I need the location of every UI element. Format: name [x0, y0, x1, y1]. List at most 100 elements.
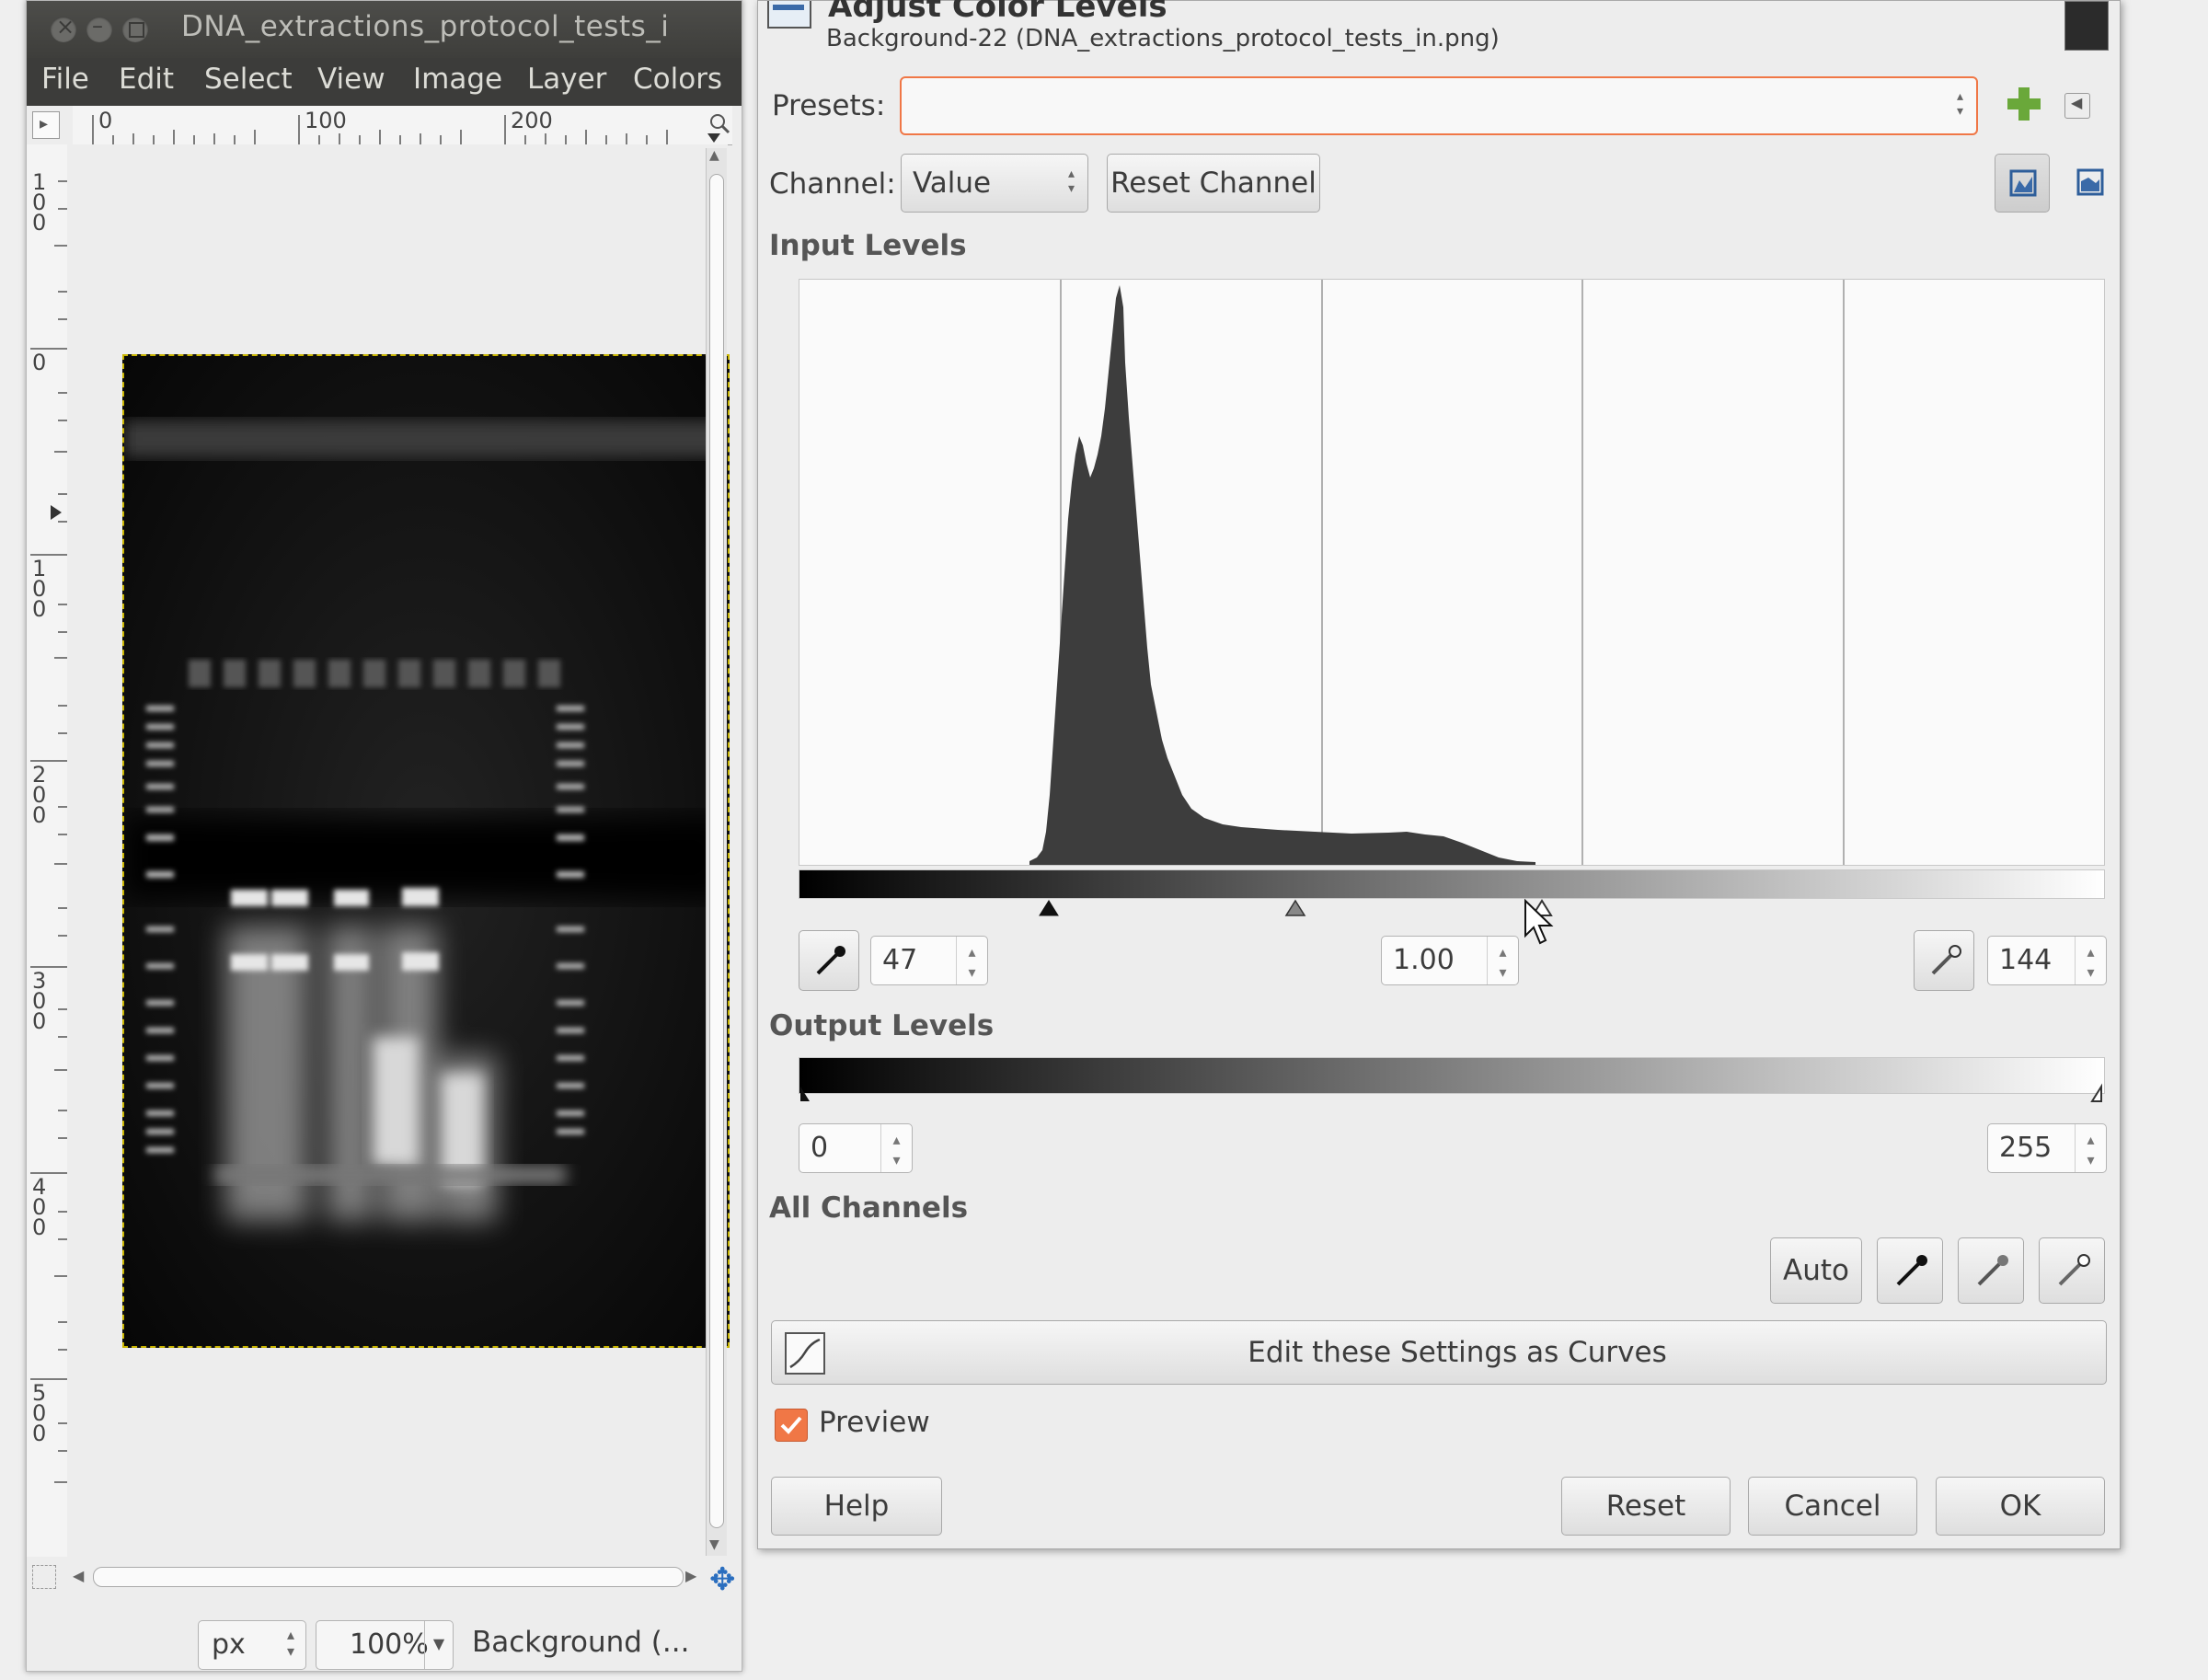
vertical-scroll-thumb[interactable]	[709, 174, 724, 1528]
scroll-up-icon[interactable]: ▲	[709, 148, 719, 163]
scroll-right-icon[interactable]: ▶	[685, 1567, 696, 1584]
help-button[interactable]: Help	[771, 1477, 942, 1536]
zoom-selector[interactable]: 100% ▼	[316, 1620, 454, 1670]
quick-mask-icon[interactable]: ▸	[32, 111, 60, 139]
output-low-spinner[interactable]: 0 ▴ ▾	[799, 1123, 913, 1173]
image-window-titlebar[interactable]: × – DNA_extractions_protocol_tests_i	[27, 1, 742, 58]
close-window-icon[interactable]: ×	[51, 14, 76, 42]
output-low-value: 0	[811, 1132, 829, 1164]
input-level-sliders[interactable]	[799, 897, 2103, 925]
ruler-label: 0	[98, 108, 113, 133]
linear-histogram-button[interactable]	[1995, 154, 2050, 213]
ruler-label: 100	[305, 108, 347, 133]
channel-value: Value	[913, 167, 992, 200]
dialog-title: Adjust Color Levels	[828, 0, 1167, 25]
white-point-picker-button[interactable]	[2039, 1237, 2105, 1304]
spin-arrows-icon[interactable]: ▴ ▾	[2075, 1124, 2106, 1172]
ruler-label: 300	[32, 968, 47, 1034]
edit-as-curves-button[interactable]: Edit these Settings as Curves	[771, 1320, 2107, 1385]
auto-button[interactable]: Auto	[1770, 1237, 1862, 1304]
menu-layer[interactable]: Layer	[527, 63, 606, 96]
dialog-subtitle: Background-22 (DNA_extractions_protocol_…	[826, 25, 1500, 52]
spin-arrows-icon[interactable]: ▴ ▾	[1487, 937, 1518, 984]
menu-edit[interactable]: Edit	[119, 63, 174, 96]
spin-arrows-icon[interactable]: ▴ ▾	[956, 937, 987, 984]
output-levels-header: Output Levels	[769, 1009, 995, 1042]
input-high-value: 144	[1999, 944, 2053, 976]
ok-button[interactable]: OK	[1936, 1477, 2105, 1536]
image-window-title: DNA_extractions_protocol_tests_i	[181, 10, 670, 43]
add-preset-icon[interactable]	[2006, 86, 2042, 122]
minimize-window-icon[interactable]: –	[86, 13, 112, 42]
ruler-label: 200	[511, 108, 553, 133]
move-cross-icon[interactable]: ✥	[709, 1561, 736, 1598]
ruler-label: 100	[32, 169, 47, 236]
vertical-ruler: 100 0 100 200 300 400 500	[27, 144, 68, 1557]
gel-image[interactable]	[122, 354, 730, 1348]
navigate-icon[interactable]	[32, 1565, 56, 1589]
presets-combo[interactable]: ▴ ▾	[900, 76, 1978, 135]
menubar: File Edit Select View Image Layer Colors	[27, 58, 742, 106]
output-level-sliders[interactable]	[799, 1081, 2105, 1107]
menu-view[interactable]: View	[317, 63, 385, 96]
active-layer-label: Background (...	[472, 1626, 690, 1659]
input-gamma-spinner[interactable]: 1.00 ▴ ▾	[1381, 936, 1519, 985]
image-window: × – DNA_extractions_protocol_tests_i Fil…	[26, 0, 742, 1672]
menu-colors[interactable]: Colors	[633, 63, 722, 96]
output-high-value: 255	[1999, 1132, 2053, 1164]
input-low-value: 47	[882, 944, 918, 976]
presets-label: Presets:	[772, 89, 886, 122]
spin-arrows-icon[interactable]: ▴ ▾	[880, 1124, 912, 1172]
unit-selector[interactable]: px ▴ ▾	[198, 1620, 306, 1670]
ruler-label: 0	[32, 350, 47, 375]
all-channels-header: All Channels	[769, 1191, 969, 1225]
spin-arrows-icon: ▴ ▾	[1956, 89, 1963, 119]
scroll-left-icon[interactable]: ◀	[73, 1567, 84, 1584]
output-high-spinner[interactable]: 255 ▴ ▾	[1987, 1123, 2107, 1173]
ruler-label: 200	[32, 762, 47, 828]
menu-file[interactable]: File	[41, 63, 89, 96]
reset-button[interactable]: Reset	[1561, 1477, 1731, 1536]
edit-as-curves-label: Edit these Settings as Curves	[1248, 1336, 1667, 1369]
status-bar: px ▴ ▾ 100% ▼ Background (...	[27, 1609, 742, 1670]
ruler-label: 500	[32, 1380, 47, 1446]
reset-channel-button[interactable]: Reset Channel	[1107, 154, 1320, 213]
preset-menu-icon[interactable]: ◀	[2064, 93, 2090, 119]
layer-thumbnail	[2064, 1, 2109, 51]
unit-value: px	[212, 1628, 246, 1661]
black-point-picker-button[interactable]	[1877, 1237, 1943, 1304]
histogram[interactable]	[799, 279, 2105, 866]
pick-black-point-button[interactable]	[799, 930, 859, 991]
input-levels-header: Input Levels	[769, 229, 967, 262]
curves-icon	[785, 1332, 825, 1375]
scroll-down-icon[interactable]: ▼	[709, 1537, 719, 1552]
gray-point-picker-button[interactable]	[1958, 1237, 2024, 1304]
pick-white-point-button[interactable]	[1914, 930, 1974, 991]
input-gamma-value: 1.00	[1393, 944, 1455, 976]
maximize-window-icon[interactable]	[122, 17, 148, 42]
menu-image[interactable]: Image	[413, 63, 502, 96]
zoom-image-icon[interactable]	[707, 111, 731, 135]
levels-dialog: Adjust Color Levels Background-22 (DNA_e…	[757, 0, 2121, 1549]
input-gradient-bar	[799, 869, 2105, 899]
channel-combo[interactable]: Value ▴ ▾	[901, 154, 1088, 213]
chevron-down-icon[interactable]: ▼	[424, 1621, 453, 1669]
menu-select[interactable]: Select	[204, 63, 293, 96]
horizontal-scrollbar[interactable]: ◀ ▶	[73, 1563, 707, 1591]
spin-arrows-icon: ▴ ▾	[1067, 167, 1075, 196]
zoom-value: 100%	[350, 1628, 429, 1661]
channel-label: Channel:	[769, 167, 896, 201]
spin-arrows-icon[interactable]: ▴ ▾	[2075, 937, 2106, 984]
input-high-spinner[interactable]: 144 ▴ ▾	[1987, 936, 2107, 985]
preview-checkbox[interactable]	[775, 1409, 808, 1442]
input-low-spinner[interactable]: 47 ▴ ▾	[870, 936, 988, 985]
ruler-label: 100	[32, 556, 47, 622]
log-histogram-button[interactable]	[2063, 154, 2118, 213]
ruler-label: 400	[32, 1174, 47, 1240]
image-canvas-area[interactable]	[67, 144, 730, 1557]
horizontal-ruler: 0 100 200	[73, 106, 732, 145]
horizontal-scroll-thumb[interactable]	[93, 1567, 684, 1587]
cancel-button[interactable]: Cancel	[1748, 1477, 1917, 1536]
preview-label: Preview	[819, 1406, 930, 1439]
vertical-scrollbar[interactable]: ▲ ▼	[706, 148, 727, 1556]
